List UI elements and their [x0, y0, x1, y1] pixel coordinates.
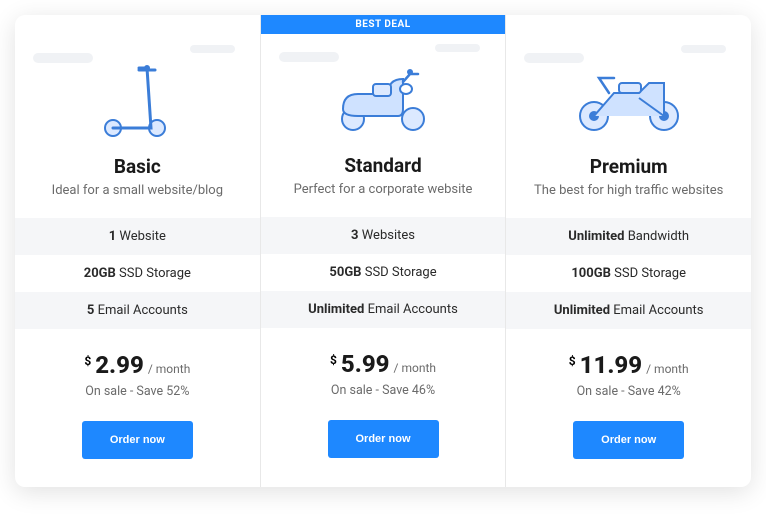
best-deal-badge: BEST DEAL: [261, 15, 506, 34]
pricing-table: Basic Ideal for a small website/blog 1 W…: [15, 15, 751, 487]
plan-tagline: Ideal for a small website/blog: [30, 183, 245, 198]
currency: $: [330, 353, 337, 367]
plan-tagline: The best for high traffic websites: [521, 183, 736, 198]
price-block: $ 2.99 / month On sale - Save 52%: [15, 329, 260, 409]
sale-text: On sale - Save 46%: [271, 383, 496, 398]
order-button[interactable]: Order now: [82, 421, 193, 459]
order-button[interactable]: Order now: [573, 421, 684, 459]
plan-tagline: Perfect for a corporate website: [276, 182, 491, 197]
feature-row: Unlimited Email Accounts: [261, 291, 506, 328]
price-block: $ 11.99 / month On sale - Save 42%: [506, 329, 751, 409]
feature-row: 50GB SSD Storage: [261, 254, 506, 291]
price-amount: 5.99: [341, 350, 390, 378]
price-period: / month: [646, 362, 688, 376]
plan-title-block: Standard Perfect for a corporate website: [261, 154, 506, 217]
plan-features: Unlimited Bandwidth 100GB SSD Storage Un…: [506, 218, 751, 329]
cta-wrap: Order now: [15, 409, 260, 487]
scooter-icon: [97, 50, 177, 140]
cta-wrap: Order now: [506, 409, 751, 487]
motorcycle-icon: [569, 58, 689, 133]
plan-features: 1 Website 20GB SSD Storage 5 Email Accou…: [15, 218, 260, 329]
sale-text: On sale - Save 42%: [516, 384, 741, 399]
sale-text: On sale - Save 52%: [25, 384, 250, 399]
price-amount: 11.99: [580, 351, 642, 379]
price-block: $ 5.99 / month On sale - Save 46%: [261, 328, 506, 408]
price-line: $ 2.99 / month: [25, 351, 250, 379]
price-period: / month: [148, 362, 190, 376]
plan-name: Basic: [30, 155, 245, 178]
plan-features: 3 Websites 50GB SSD Storage Unlimited Em…: [261, 217, 506, 328]
feature-row: 1 Website: [15, 218, 260, 255]
plan-title-block: Basic Ideal for a small website/blog: [15, 155, 260, 218]
plan-standard: BEST DEAL Standard Perfect for a corpora…: [261, 15, 507, 487]
plan-name: Standard: [276, 154, 491, 177]
plan-premium: Premium The best for high traffic websit…: [506, 15, 751, 487]
currency: $: [569, 354, 576, 368]
plan-badge-placeholder: [15, 15, 260, 35]
currency: $: [84, 354, 91, 368]
moped-icon: [328, 54, 438, 134]
feature-row: Unlimited Email Accounts: [506, 292, 751, 329]
plan-icon-wrap: [506, 35, 751, 155]
plan-title-block: Premium The best for high traffic websit…: [506, 155, 751, 218]
order-button[interactable]: Order now: [328, 420, 439, 458]
plan-badge-placeholder: [506, 15, 751, 35]
plan-icon-wrap: [15, 35, 260, 155]
price-line: $ 5.99 / month: [271, 350, 496, 378]
plan-basic: Basic Ideal for a small website/blog 1 W…: [15, 15, 261, 487]
feature-row: 20GB SSD Storage: [15, 255, 260, 292]
plan-name: Premium: [521, 155, 736, 178]
feature-row: 100GB SSD Storage: [506, 255, 751, 292]
feature-row: Unlimited Bandwidth: [506, 218, 751, 255]
price-line: $ 11.99 / month: [516, 351, 741, 379]
price-amount: 2.99: [95, 351, 144, 379]
plan-icon-wrap: [261, 34, 506, 154]
cta-wrap: Order now: [261, 408, 506, 486]
feature-row: 3 Websites: [261, 217, 506, 254]
feature-row: 5 Email Accounts: [15, 292, 260, 329]
price-period: / month: [394, 361, 436, 375]
